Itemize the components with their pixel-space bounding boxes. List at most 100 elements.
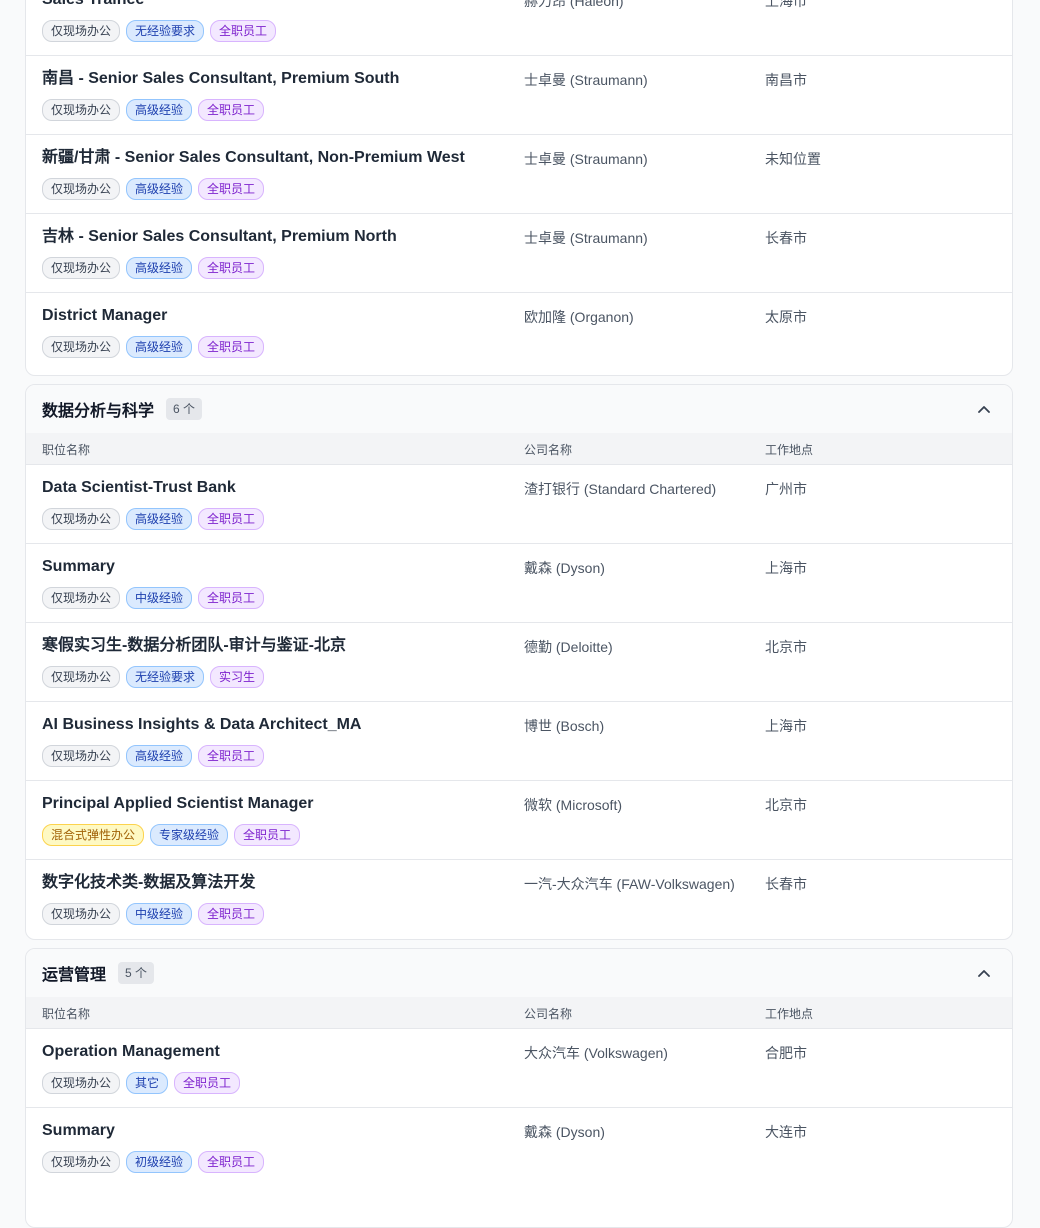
job-tag: 高级经验 bbox=[126, 257, 193, 279]
section-operations-card: 运营管理 5 个 职位名称 公司名称 工作地点 Operation Manage… bbox=[25, 948, 1013, 1228]
job-row[interactable]: AI Business Insights & Data Architect_MA… bbox=[26, 702, 1012, 781]
header-location: 工作地点 bbox=[765, 1007, 814, 1021]
company-name: 士卓曼 (Straumann) bbox=[524, 230, 648, 246]
tag-list: 仅现场办公 中级经验 全职员工 bbox=[42, 587, 512, 609]
job-title-cell: 吉林 - Senior Sales Consultant, Premium No… bbox=[42, 227, 512, 279]
job-title-cell: Operation Management 仅现场办公 其它 全职员工 bbox=[42, 1042, 512, 1094]
company-name: 微软 (Microsoft) bbox=[524, 797, 622, 813]
job-tag: 仅现场办公 bbox=[42, 20, 121, 42]
company-name: 大众汽车 (Volkswagen) bbox=[524, 1045, 668, 1061]
job-tag: 全职员工 bbox=[198, 508, 265, 530]
job-location: 合肥市 bbox=[765, 1045, 807, 1061]
section-sales-card: Sales Trainee 仅现场办公无经验要求全职员工 赫力昂 (Haleon) 上… bbox=[25, 0, 1013, 376]
job-title-link[interactable]: Sales Trainee bbox=[42, 0, 512, 10]
job-title-link[interactable]: 南昌 - Senior Sales Consultant, Premium So… bbox=[42, 69, 512, 89]
job-tag: 全职员工 bbox=[198, 903, 265, 925]
job-row[interactable]: 南昌 - Senior Sales Consultant, Premium So… bbox=[26, 56, 1012, 135]
tag-list: 仅现场办公 初级经验 全职员工 bbox=[42, 1151, 512, 1173]
job-title-cell: District Manager 仅现场办公 高级经验 全职员工 bbox=[42, 306, 512, 358]
job-tag: 全职员工 bbox=[198, 257, 265, 279]
job-tag: 仅现场办公 bbox=[42, 257, 121, 279]
count-badge: 5 个 bbox=[118, 962, 155, 984]
job-row[interactable]: Sales Trainee 仅现场办公无经验要求全职员工 赫力昂 (Haleon) 上… bbox=[26, 0, 1012, 56]
company-name: 戴森 (Dyson) bbox=[524, 1124, 605, 1140]
job-title-cell: 新疆/甘肃 - Senior Sales Consultant, Non-Pre… bbox=[42, 148, 512, 200]
job-row[interactable]: Summary 仅现场办公 初级经验 全职员工 戴森 (Dyson) 大连市 bbox=[26, 1108, 1012, 1187]
job-title-link[interactable]: Summary bbox=[42, 557, 512, 577]
table-header: 职位名称 公司名称 工作地点 bbox=[26, 433, 1012, 465]
job-tag: 中级经验 bbox=[126, 903, 193, 925]
job-title-link[interactable]: Data Scientist-Trust Bank bbox=[42, 478, 512, 498]
job-row[interactable]: Principal Applied Scientist Manager 混合式弹性… bbox=[26, 781, 1012, 860]
job-title-link[interactable]: Operation Management bbox=[42, 1042, 512, 1062]
job-tag: 仅现场办公 bbox=[42, 336, 121, 358]
job-row[interactable]: Summary 仅现场办公 中级经验 全职员工 戴森 (Dyson) 上海市 bbox=[26, 544, 1012, 623]
job-title-link[interactable]: 吉林 - Senior Sales Consultant, Premium No… bbox=[42, 227, 512, 247]
company-name: 渣打银行 (Standard Chartered) bbox=[524, 481, 717, 497]
job-title-link[interactable]: AI Business Insights & Data Architect_MA bbox=[42, 715, 512, 735]
job-tag: 无经验要求 bbox=[126, 666, 205, 688]
job-row[interactable]: Operation Management 仅现场办公 其它 全职员工 大众汽车 (Vol… bbox=[26, 1029, 1012, 1108]
job-row[interactable]: 寒假实习生-数据分析团队-审计与鉴证-北京 仅现场办公 无经验要求 实习生 德勤 (De… bbox=[26, 623, 1012, 702]
job-tag: 仅现场办公 bbox=[42, 903, 121, 925]
company-name: 一汽-大众汽车 (FAW-Volkswagen) bbox=[524, 876, 735, 892]
job-tag: 仅现场办公 bbox=[42, 666, 121, 688]
tag-list: 仅现场办公 高级经验 全职员工 bbox=[42, 745, 512, 767]
tag-list: 仅现场办公 高级经验 全职员工 bbox=[42, 336, 512, 358]
tag-list: 仅现场办公 无经验要求 全职员工 bbox=[42, 20, 512, 42]
job-tag: 混合式弹性办公 bbox=[42, 824, 145, 846]
job-title-link[interactable]: 新疆/甘肃 - Senior Sales Consultant, Non-Pre… bbox=[42, 148, 512, 168]
header-title: 职位名称 bbox=[42, 443, 91, 457]
header-company: 公司名称 bbox=[524, 1007, 573, 1021]
job-tag: 高级经验 bbox=[126, 99, 193, 121]
job-tag: 中级经验 bbox=[126, 587, 193, 609]
job-location: 南昌市 bbox=[765, 72, 807, 88]
section-title: 数据分析与科学 bbox=[42, 403, 155, 420]
job-tag: 全职员工 bbox=[234, 824, 301, 846]
chevron-up-icon[interactable] bbox=[972, 961, 996, 985]
job-tag: 高级经验 bbox=[126, 178, 193, 200]
tag-list: 仅现场办公 高级经验 全职员工 bbox=[42, 508, 512, 530]
job-tag: 仅现场办公 bbox=[42, 508, 121, 530]
tag-list: 仅现场办公 高级经验 全职员工 bbox=[42, 257, 512, 279]
company-name: 赫力昂 (Haleon) bbox=[524, 0, 624, 9]
job-location: 太原市 bbox=[765, 309, 807, 325]
job-title-cell: 数字化技术类-数据及算法开发 仅现场办公 中级经验 全职员工 bbox=[42, 873, 512, 925]
job-tag: 仅现场办公 bbox=[42, 745, 121, 767]
job-list: Operation Management 仅现场办公 其它 全职员工 大众汽车 (Vol… bbox=[26, 1029, 1012, 1187]
job-list: Sales Trainee 仅现场办公无经验要求全职员工 赫力昂 (Haleon) 上… bbox=[26, 0, 1012, 372]
job-row[interactable]: Data Scientist-Trust Bank 仅现场办公 高级经验 全职员工 渣打… bbox=[26, 465, 1012, 544]
job-title-link[interactable]: 寒假实习生-数据分析团队-审计与鉴证-北京 bbox=[42, 636, 512, 656]
job-row[interactable]: 吉林 - Senior Sales Consultant, Premium No… bbox=[26, 214, 1012, 293]
job-tag: 全职员工 bbox=[198, 178, 265, 200]
tag-list: 仅现场办公 无经验要求 实习生 bbox=[42, 666, 512, 688]
header-location: 工作地点 bbox=[765, 443, 814, 457]
company-name: 德勤 (Deloitte) bbox=[524, 639, 613, 655]
job-location: 上海市 bbox=[765, 0, 807, 9]
job-row[interactable]: 新疆/甘肃 - Senior Sales Consultant, Non-Pre… bbox=[26, 135, 1012, 214]
job-title-link[interactable]: Principal Applied Scientist Manager bbox=[42, 794, 512, 814]
job-row[interactable]: 数字化技术类-数据及算法开发 仅现场办公 中级经验 全职员工 一汽-大众汽车 (FAW-… bbox=[26, 860, 1012, 939]
job-list: Data Scientist-Trust Bank 仅现场办公 高级经验 全职员工 渣打… bbox=[26, 465, 1012, 939]
section-header[interactable]: 运营管理 5 个 bbox=[26, 949, 1012, 997]
company-name: 士卓曼 (Straumann) bbox=[524, 151, 648, 167]
job-location: 上海市 bbox=[765, 718, 807, 734]
job-title-link[interactable]: District Manager bbox=[42, 306, 512, 326]
table-header: 职位名称 公司名称 工作地点 bbox=[26, 997, 1012, 1029]
job-tag: 实习生 bbox=[210, 666, 265, 688]
job-tag: 全职员工 bbox=[198, 1151, 265, 1173]
job-tag: 初级经验 bbox=[126, 1151, 193, 1173]
job-tag: 全职员工 bbox=[198, 336, 265, 358]
job-title-cell: Sales Trainee 仅现场办公无经验要求全职员工 bbox=[42, 0, 512, 42]
job-location: 广州市 bbox=[765, 481, 807, 497]
header-title: 职位名称 bbox=[42, 1007, 91, 1021]
job-tag: 仅现场办公 bbox=[42, 178, 121, 200]
job-tag: 专家级经验 bbox=[150, 824, 229, 846]
chevron-up-icon[interactable] bbox=[972, 397, 996, 421]
job-row[interactable]: District Manager 仅现场办公 高级经验 全职员工 欧加隆 (Organo… bbox=[26, 293, 1012, 372]
job-title-link[interactable]: Summary bbox=[42, 1121, 512, 1141]
job-location: 上海市 bbox=[765, 560, 807, 576]
job-tag: 其它 bbox=[126, 1072, 169, 1094]
job-title-link[interactable]: 数字化技术类-数据及算法开发 bbox=[42, 873, 512, 893]
section-header[interactable]: 数据分析与科学 6 个 bbox=[26, 385, 1012, 433]
